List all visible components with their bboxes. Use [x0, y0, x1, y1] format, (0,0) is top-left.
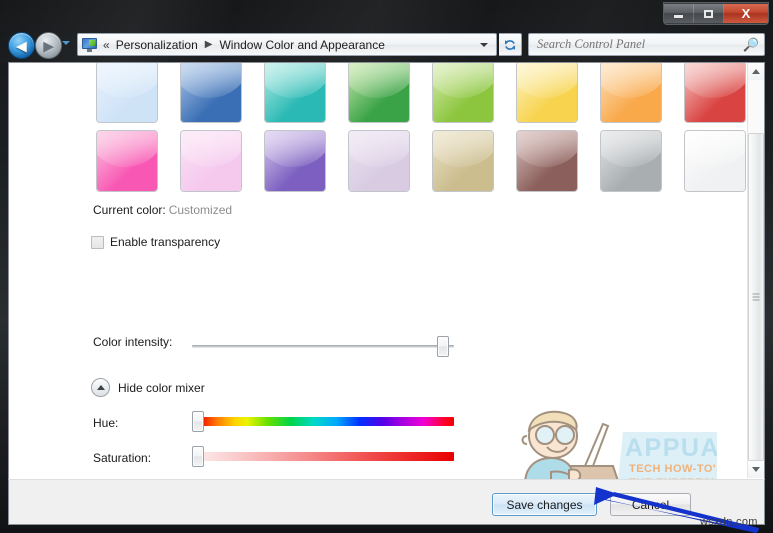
color-swatch-teal[interactable] [264, 63, 326, 123]
color-intensity-track[interactable] [192, 345, 454, 348]
hide-color-mixer-label: Hide color mixer [118, 380, 205, 395]
watermark-person-illustration [521, 410, 619, 479]
search-icon[interactable]: 🔍 [741, 37, 761, 53]
mixer-slider-track-hue[interactable] [199, 417, 454, 426]
breadcrumb-overflow-icon[interactable]: « [101, 38, 114, 52]
color-swatch-red[interactable] [684, 63, 746, 123]
scrollbar-thumb[interactable] [748, 133, 764, 461]
mixer-slider-label-hue: Hue: [93, 416, 119, 430]
caption-button-group: X [663, 2, 769, 25]
mixer-slider-sat[interactable]: Saturation: [9, 446, 469, 470]
color-swatch-gray[interactable] [600, 130, 662, 192]
maximize-button[interactable] [694, 4, 724, 23]
color-swatch-orange[interactable] [600, 63, 662, 123]
mixer-slider-track-sat[interactable] [199, 452, 454, 461]
mixer-slider-hue[interactable]: Hue: [9, 411, 469, 435]
back-arrow-icon: ◀ [16, 38, 27, 53]
breadcrumb-window-color[interactable]: Window Color and Appearance [217, 38, 386, 52]
color-swatch-lavender[interactable] [348, 130, 410, 192]
watermark-tagline-1: TECH HOW-TO'S FROM [629, 463, 717, 475]
color-swatch-mauve[interactable] [516, 130, 578, 192]
color-intensity-slider[interactable] [192, 336, 454, 357]
color-swatch-light-pink[interactable] [180, 130, 242, 192]
window-color-and-appearance-window: X ◀ ▶ « Personalization ▶ Window Color a… [0, 0, 773, 533]
navigation-bar: ◀ ▶ « Personalization ▶ Window Color and… [0, 31, 773, 60]
color-swatch-green[interactable] [348, 63, 410, 123]
current-color-value: Customized [168, 203, 233, 217]
color-swatch-blue[interactable] [180, 63, 242, 123]
color-intensity-label: Color intensity: [93, 335, 173, 349]
mixer-slider-thumb-hue[interactable] [192, 411, 204, 432]
color-intensity-thumb[interactable] [437, 336, 449, 357]
address-bar[interactable]: « Personalization ▶ Window Color and App… [77, 33, 497, 56]
refresh-button[interactable] [499, 33, 522, 56]
appuals-watermark: APPUALS TECH HOW-TO'S FROM THE EXPERTS! [507, 404, 761, 479]
command-bar: Save changes Cancel [8, 479, 765, 525]
color-swatch-yellow[interactable] [516, 63, 578, 123]
refresh-icon [504, 39, 516, 50]
hide-color-mixer-toggle[interactable]: Hide color mixer [91, 378, 205, 397]
content-panel: Current color: Customized Enable transpar… [8, 62, 765, 479]
forward-button[interactable]: ▶ [35, 32, 62, 59]
color-swatch-row-2 [96, 130, 746, 192]
color-swatch-pink[interactable] [96, 130, 158, 192]
search-box[interactable]: 🔍 [528, 33, 765, 56]
minimize-button[interactable] [664, 4, 694, 23]
search-input[interactable] [529, 36, 741, 53]
watermark-banner [618, 432, 717, 479]
mixer-slider-label-sat: Saturation: [93, 451, 152, 465]
close-button[interactable]: X [724, 4, 768, 23]
scroll-down-button[interactable] [748, 461, 764, 478]
save-changes-button[interactable]: Save changes [492, 493, 597, 516]
current-color-line: Current color: Customized [93, 203, 232, 217]
mixer-slider-thumb-sat[interactable] [192, 446, 204, 467]
vertical-scrollbar[interactable] [747, 63, 764, 478]
color-swatch-sky[interactable] [96, 63, 158, 123]
scroll-up-button[interactable] [748, 63, 764, 80]
color-swatch-row-1 [96, 63, 746, 123]
breadcrumb-personalization[interactable]: Personalization [114, 38, 200, 52]
color-swatch-khaki[interactable] [432, 130, 494, 192]
site-watermark-text: wsxdn.com [700, 516, 758, 528]
watermark-brand: APPUALS [625, 434, 717, 462]
color-swatch-white[interactable] [684, 130, 746, 192]
forward-arrow-icon: ▶ [43, 38, 54, 53]
personalization-icon [82, 37, 98, 52]
chevron-up-icon[interactable] [91, 378, 110, 397]
color-swatch-purple[interactable] [264, 130, 326, 192]
enable-transparency-label: Enable transparency [110, 235, 221, 249]
enable-transparency-checkbox[interactable] [91, 235, 104, 249]
scrollbar-grip-icon [752, 293, 760, 301]
enable-transparency-row[interactable]: Enable transparency [91, 235, 220, 249]
color-swatch-lime[interactable] [432, 63, 494, 123]
color-intensity-label-wrap: Color intensity: [93, 335, 172, 349]
cancel-button[interactable]: Cancel [610, 493, 691, 516]
current-color-label: Current color: [93, 203, 166, 217]
address-chevron-down-icon[interactable] [480, 42, 488, 47]
back-button[interactable]: ◀ [8, 32, 35, 59]
breadcrumb-separator-icon[interactable]: ▶ [200, 39, 218, 50]
recent-pages-chevron-down-icon[interactable] [62, 41, 70, 45]
